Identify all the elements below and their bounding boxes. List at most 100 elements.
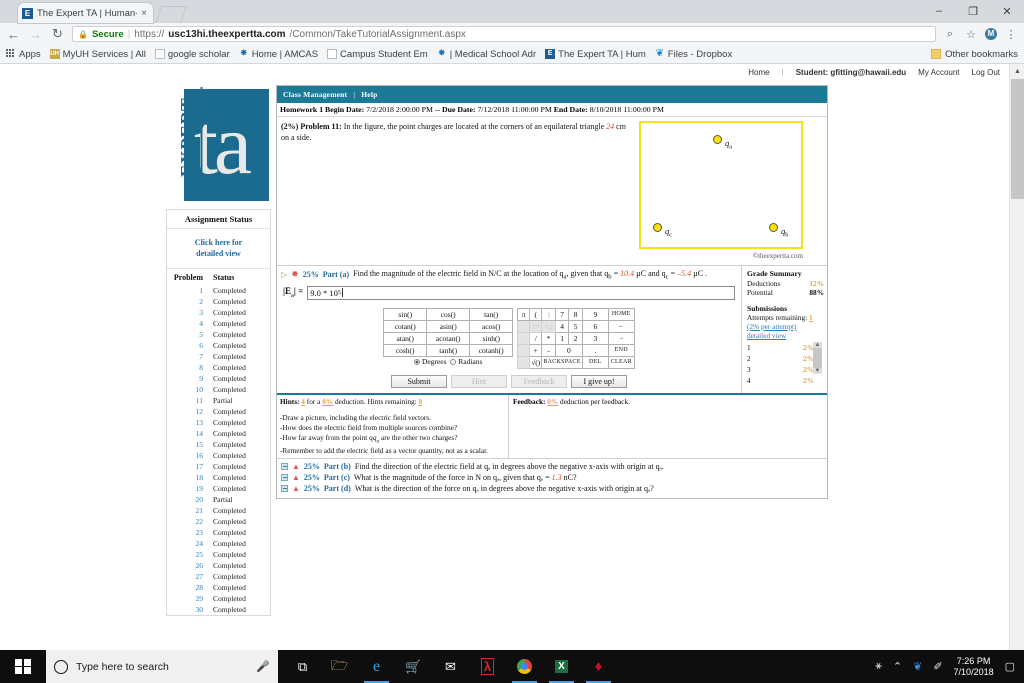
table-row[interactable]: 25 Completed	[167, 549, 270, 560]
table-row[interactable]: 9 Completed	[167, 373, 270, 384]
table-row[interactable]: 23 Completed	[167, 527, 270, 538]
dropbox-tray-icon[interactable]: ❦	[913, 660, 922, 673]
table-row[interactable]: 24 Completed	[167, 538, 270, 549]
mail-icon[interactable]: ✉	[432, 650, 469, 683]
bookmark-medical-school[interactable]: ⁕ | Medical School Adr	[437, 49, 537, 60]
attempts-scroll-thumb[interactable]	[813, 348, 822, 368]
table-row[interactable]: 22 Completed	[167, 516, 270, 527]
problem-number[interactable]: 30	[167, 604, 209, 615]
part-d-row[interactable]: ▲ 25% Part (d) What is the direction of …	[281, 483, 823, 494]
collapse-box-icon[interactable]	[281, 474, 288, 482]
key-9[interactable]: 9	[581, 307, 609, 321]
collapse-box-icon[interactable]	[281, 485, 288, 493]
key-sqrt[interactable]: √()	[529, 355, 543, 369]
key-minus[interactable]: -	[541, 343, 556, 357]
part-c-row[interactable]: ▲ 25% Part (c) What is the magnitude of …	[281, 472, 823, 483]
key-tan[interactable]: tan()	[469, 307, 514, 321]
bookmark-star-icon[interactable]: ☆	[964, 28, 978, 41]
problem-number[interactable]: 12	[167, 406, 209, 417]
key-3[interactable]: 3	[581, 331, 609, 345]
problem-number[interactable]: 29	[167, 593, 209, 604]
table-row[interactable]: 30 Completed	[167, 604, 270, 615]
problem-number[interactable]: 24	[167, 538, 209, 549]
table-row[interactable]: 28 Completed	[167, 582, 270, 593]
table-row[interactable]: 10 Completed	[167, 384, 270, 395]
table-row[interactable]: 6 Completed	[167, 340, 270, 351]
key-tanh[interactable]: tanh()	[426, 343, 471, 357]
bookmark-expert-ta[interactable]: E The Expert TA | Hum	[545, 49, 646, 60]
key-1[interactable]: 1	[554, 331, 570, 345]
table-row[interactable]: 1 Completed	[167, 285, 270, 296]
adobe-reader-icon[interactable]: λ	[469, 650, 506, 683]
table-row[interactable]: 21 Completed	[167, 505, 270, 516]
detailed-view-link-grade[interactable]: detailed view	[747, 331, 824, 340]
zoom-icon[interactable]: ⌕	[943, 28, 957, 41]
key-acos[interactable]: acos()	[469, 319, 514, 333]
problem-number[interactable]: 17	[167, 461, 209, 472]
problem-number[interactable]: 9	[167, 373, 209, 384]
forward-icon[interactable]: →	[28, 27, 43, 42]
table-row[interactable]: 2 Completed	[167, 296, 270, 307]
key-cotanh[interactable]: cotanh()	[469, 343, 514, 357]
class-management-link[interactable]: Class Management	[283, 90, 347, 99]
action-center-icon[interactable]: ▢	[1005, 660, 1015, 673]
problem-number[interactable]: 27	[167, 571, 209, 582]
table-row[interactable]: 14 Completed	[167, 428, 270, 439]
expand-triangle-icon[interactable]: ▷	[281, 270, 287, 279]
table-row[interactable]: 11 Partial	[167, 395, 270, 406]
microphone-icon[interactable]: 🎤	[256, 660, 270, 673]
collapse-box-icon[interactable]	[281, 463, 288, 471]
file-explorer-icon[interactable]: 🗁	[321, 650, 358, 683]
key-2[interactable]: 2	[568, 331, 583, 345]
key-superscript-up[interactable]: ↑^	[529, 319, 543, 333]
table-row[interactable]: 26 Completed	[167, 560, 270, 571]
problem-number[interactable]: 15	[167, 439, 209, 450]
key-7[interactable]: 7	[554, 307, 570, 321]
key-backspace[interactable]: BACKSPACE	[541, 355, 583, 369]
key-arrow-right[interactable]: →	[607, 331, 635, 345]
problem-number[interactable]: 19	[167, 483, 209, 494]
bookmark-google-scholar[interactable]: google scholar	[154, 49, 230, 60]
attempts-scrollbar[interactable]: ▲ ▼	[813, 342, 822, 374]
key-sin[interactable]: sin()	[383, 307, 428, 321]
task-view-icon[interactable]: ⧉	[284, 650, 321, 683]
microsoft-store-icon[interactable]: 🛒	[395, 650, 432, 683]
reload-icon[interactable]: ↻	[50, 26, 65, 42]
table-row[interactable]: 18 Completed	[167, 472, 270, 483]
key-cosh[interactable]: cosh()	[383, 343, 428, 357]
minimize-button[interactable]: –	[922, 0, 956, 22]
problem-number[interactable]: 2	[167, 296, 209, 307]
key-end[interactable]: END	[607, 343, 635, 357]
chrome-icon[interactable]	[506, 650, 543, 683]
search-input[interactable]: Type here to search	[76, 661, 248, 673]
browser-menu-icon[interactable]: ⋮	[1004, 28, 1018, 41]
key-acotan[interactable]: acotan()	[426, 331, 471, 345]
scrollbar-thumb[interactable]	[1011, 79, 1024, 199]
problem-number[interactable]: 28	[167, 582, 209, 593]
key-del[interactable]: DEL	[581, 355, 609, 369]
key-arrow-left[interactable]: ←	[607, 319, 635, 333]
table-row[interactable]: 7 Completed	[167, 351, 270, 362]
table-row[interactable]: 27 Completed	[167, 571, 270, 582]
problem-number[interactable]: 6	[167, 340, 209, 351]
excel-icon[interactable]: X	[543, 650, 580, 683]
key-decimal[interactable]: .	[581, 343, 609, 357]
nav-home[interactable]: Home	[748, 68, 769, 77]
key-cotan[interactable]: cotan()	[383, 319, 428, 333]
help-link[interactable]: Help	[361, 90, 377, 99]
other-bookmarks[interactable]: Other bookmarks	[931, 49, 1018, 60]
key-clear[interactable]: CLEAR	[607, 355, 635, 369]
table-row[interactable]: 17 Completed	[167, 461, 270, 472]
back-icon[interactable]: ←	[6, 27, 21, 42]
browser-tab-expert-ta[interactable]: E The Expert TA | Human-li ×	[18, 3, 153, 23]
pen-tray-icon[interactable]: ✐	[933, 660, 942, 673]
problem-number[interactable]: 10	[167, 384, 209, 395]
table-row[interactable]: 29 Completed	[167, 593, 270, 604]
table-row[interactable]: 15 Completed	[167, 439, 270, 450]
table-row[interactable]: 12 Completed	[167, 406, 270, 417]
problem-number[interactable]: 5	[167, 329, 209, 340]
problem-number[interactable]: 7	[167, 351, 209, 362]
key-plus[interactable]: +	[529, 343, 543, 357]
key-subscript-down[interactable]: ^↓	[541, 319, 556, 333]
key-open-paren[interactable]: (	[529, 307, 543, 321]
